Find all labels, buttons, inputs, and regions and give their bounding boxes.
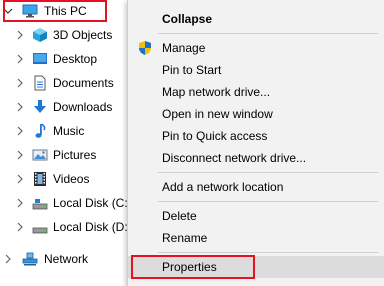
- menu-item-delete[interactable]: Delete: [128, 205, 384, 227]
- menu-item-pin-to-quick-access[interactable]: Pin to Quick access: [128, 125, 384, 147]
- music-icon: [35, 123, 46, 138]
- tree-item-label: Downloads: [53, 100, 113, 114]
- drive-icon: [32, 227, 48, 234]
- tree-item-local-disk-d[interactable]: Local Disk (D:): [0, 216, 132, 238]
- chevron-right-icon[interactable]: [15, 48, 25, 70]
- chevron-right-icon[interactable]: [15, 144, 25, 166]
- tree-item-label: Desktop: [53, 52, 98, 66]
- chevron-right-icon[interactable]: [3, 248, 13, 270]
- menu-item-disconnect-network-drive[interactable]: Disconnect network drive...: [128, 147, 384, 169]
- menu-item-label: Pin to Quick access: [162, 129, 268, 143]
- chevron-right-icon[interactable]: [15, 120, 25, 142]
- drive-icon: [32, 199, 48, 210]
- menu-item-label: Disconnect network drive...: [162, 151, 307, 165]
- menu-item-collapse[interactable]: Collapse: [128, 8, 384, 30]
- cube-icon: [33, 28, 47, 42]
- chevron-right-icon[interactable]: [15, 96, 25, 118]
- shield-icon: [139, 41, 151, 55]
- menu-item-label: Delete: [162, 209, 197, 223]
- tree-item-documents[interactable]: Documents: [0, 72, 127, 94]
- highlight-box: [3, 0, 107, 22]
- menu-item-pin-to-start[interactable]: Pin to Start: [128, 59, 384, 81]
- network-icon: [22, 252, 38, 266]
- tree-item-local-disk-c[interactable]: Local Disk (C:): [0, 192, 132, 214]
- tree-item-label: Documents: [53, 76, 114, 90]
- tree-item-network[interactable]: Network: [0, 248, 127, 270]
- tree-item-downloads[interactable]: Downloads: [0, 96, 127, 118]
- menu-separator: [158, 172, 378, 173]
- menu-separator: [158, 33, 378, 34]
- tree-item-3d-objects[interactable]: 3D Objects: [0, 24, 127, 46]
- menu-item-label: Collapse: [162, 12, 213, 26]
- menu-item-map-network-drive[interactable]: Map network drive...: [128, 81, 384, 103]
- menu-item-label: Pin to Start: [162, 63, 222, 77]
- tree-item-music[interactable]: Music: [0, 120, 127, 142]
- tree-item-label: Music: [53, 124, 85, 138]
- context-menu: Collapse Manage Pin to Start Map network…: [127, 0, 384, 286]
- menu-separator: [158, 201, 378, 202]
- tree-item-label: Local Disk (C:): [53, 196, 132, 210]
- tree-item-label: Pictures: [53, 148, 97, 162]
- navigation-pane: This PC 3D Objects Desktop Documents Dow…: [0, 0, 140, 286]
- menu-item-add-network-location[interactable]: Add a network location: [128, 176, 384, 198]
- menu-item-label: Manage: [162, 41, 206, 55]
- highlight-box: [131, 255, 255, 279]
- menu-item-label: Rename: [162, 231, 208, 245]
- menu-item-manage[interactable]: Manage: [128, 37, 384, 59]
- chevron-right-icon[interactable]: [15, 24, 25, 46]
- menu-item-rename[interactable]: Rename: [128, 227, 384, 249]
- chevron-right-icon[interactable]: [15, 168, 25, 190]
- videos-icon: [34, 172, 46, 186]
- tree-item-desktop[interactable]: Desktop: [0, 48, 127, 70]
- tree-item-label: Videos: [53, 172, 90, 186]
- menu-separator: [158, 252, 378, 253]
- pictures-icon: [32, 149, 48, 161]
- chevron-right-icon[interactable]: [15, 216, 25, 238]
- menu-item-label: Map network drive...: [162, 85, 271, 99]
- chevron-right-icon[interactable]: [15, 72, 25, 94]
- tree-item-label: Local Disk (D:): [53, 220, 132, 234]
- document-icon: [34, 75, 46, 91]
- download-icon: [34, 100, 46, 113]
- menu-item-open-in-new-window[interactable]: Open in new window: [128, 103, 384, 125]
- tree-item-label: 3D Objects: [53, 28, 113, 42]
- chevron-right-icon[interactable]: [15, 192, 25, 214]
- tree-item-pictures[interactable]: Pictures: [0, 144, 127, 166]
- menu-item-label: Add a network location: [162, 180, 284, 194]
- tree-item-videos[interactable]: Videos: [0, 168, 127, 190]
- menu-item-label: Open in new window: [162, 107, 273, 121]
- desktop-icon: [33, 53, 47, 64]
- tree-item-label: Network: [44, 252, 89, 266]
